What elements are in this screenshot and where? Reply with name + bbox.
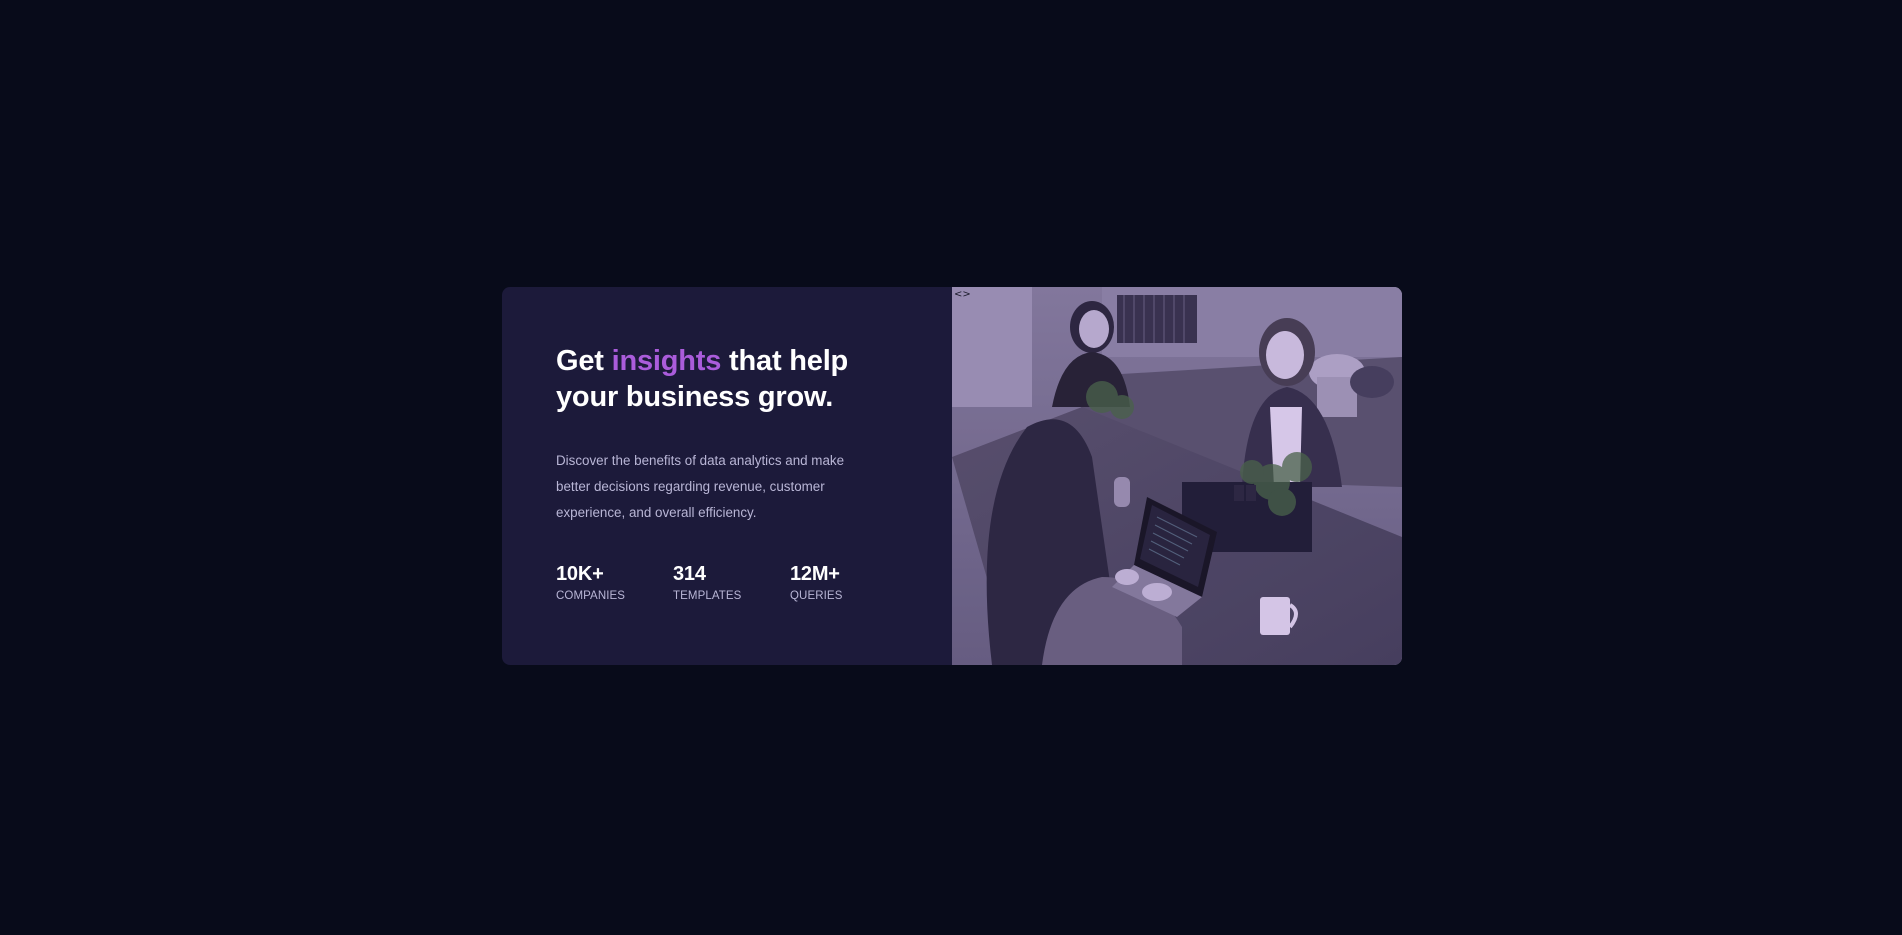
header-image: <>	[952, 287, 1402, 665]
stat-label: Companies	[556, 590, 626, 602]
stat-companies: 10K+ Companies	[556, 562, 673, 604]
stats-row: 10K+ Companies 314 Templates 12M+ Querie…	[556, 562, 907, 604]
stat-value: 314	[673, 563, 706, 585]
stat-queries: 12M+ Queries	[790, 562, 907, 604]
office-meeting-photo	[952, 287, 1402, 665]
stat-value: 12M+	[790, 563, 840, 585]
card-headline: Get insights that help your business gro…	[556, 343, 886, 415]
stat-value: 10K+	[556, 563, 604, 585]
stat-label: Queries	[790, 590, 843, 602]
card-description: Discover the benefits of data analytics …	[556, 453, 845, 520]
stat-templates: 314 Templates	[673, 562, 790, 604]
card-content: Get insights that help your business gro…	[502, 287, 952, 665]
headline-accent: insights	[611, 345, 722, 377]
stat-label: Templates	[673, 590, 742, 602]
headline-prefix: Get	[556, 345, 612, 377]
stats-preview-card: Get insights that help your business gro…	[502, 287, 1402, 665]
broken-image-icon: <>	[954, 289, 971, 300]
